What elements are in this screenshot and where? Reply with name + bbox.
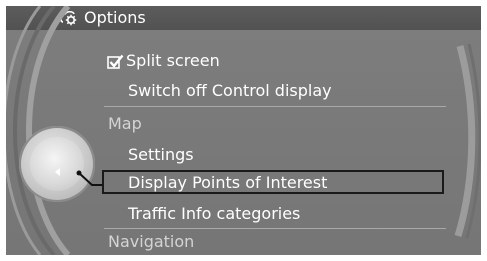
control-display-screen: Options Split screen Switch off Control … xyxy=(6,6,481,255)
divider xyxy=(104,228,446,229)
section-header-navigation: Navigation xyxy=(108,232,195,251)
menu-item-switch-off-display[interactable]: Switch off Control display xyxy=(128,81,332,101)
menu-item-display-poi[interactable]: Display Points of Interest xyxy=(128,173,327,193)
section-header-map: Map xyxy=(108,114,142,133)
menu-item-traffic-info[interactable]: Traffic Info categories xyxy=(128,204,300,224)
arrow-left-icon xyxy=(55,168,60,176)
controller-knob-center[interactable] xyxy=(30,137,84,191)
menu-item-split-screen[interactable]: Split screen xyxy=(126,51,220,71)
menu-item-settings[interactable]: Settings xyxy=(128,145,194,165)
controller-knob[interactable] xyxy=(19,126,95,202)
divider xyxy=(104,106,446,107)
checkbox-checked-icon[interactable] xyxy=(107,54,124,70)
